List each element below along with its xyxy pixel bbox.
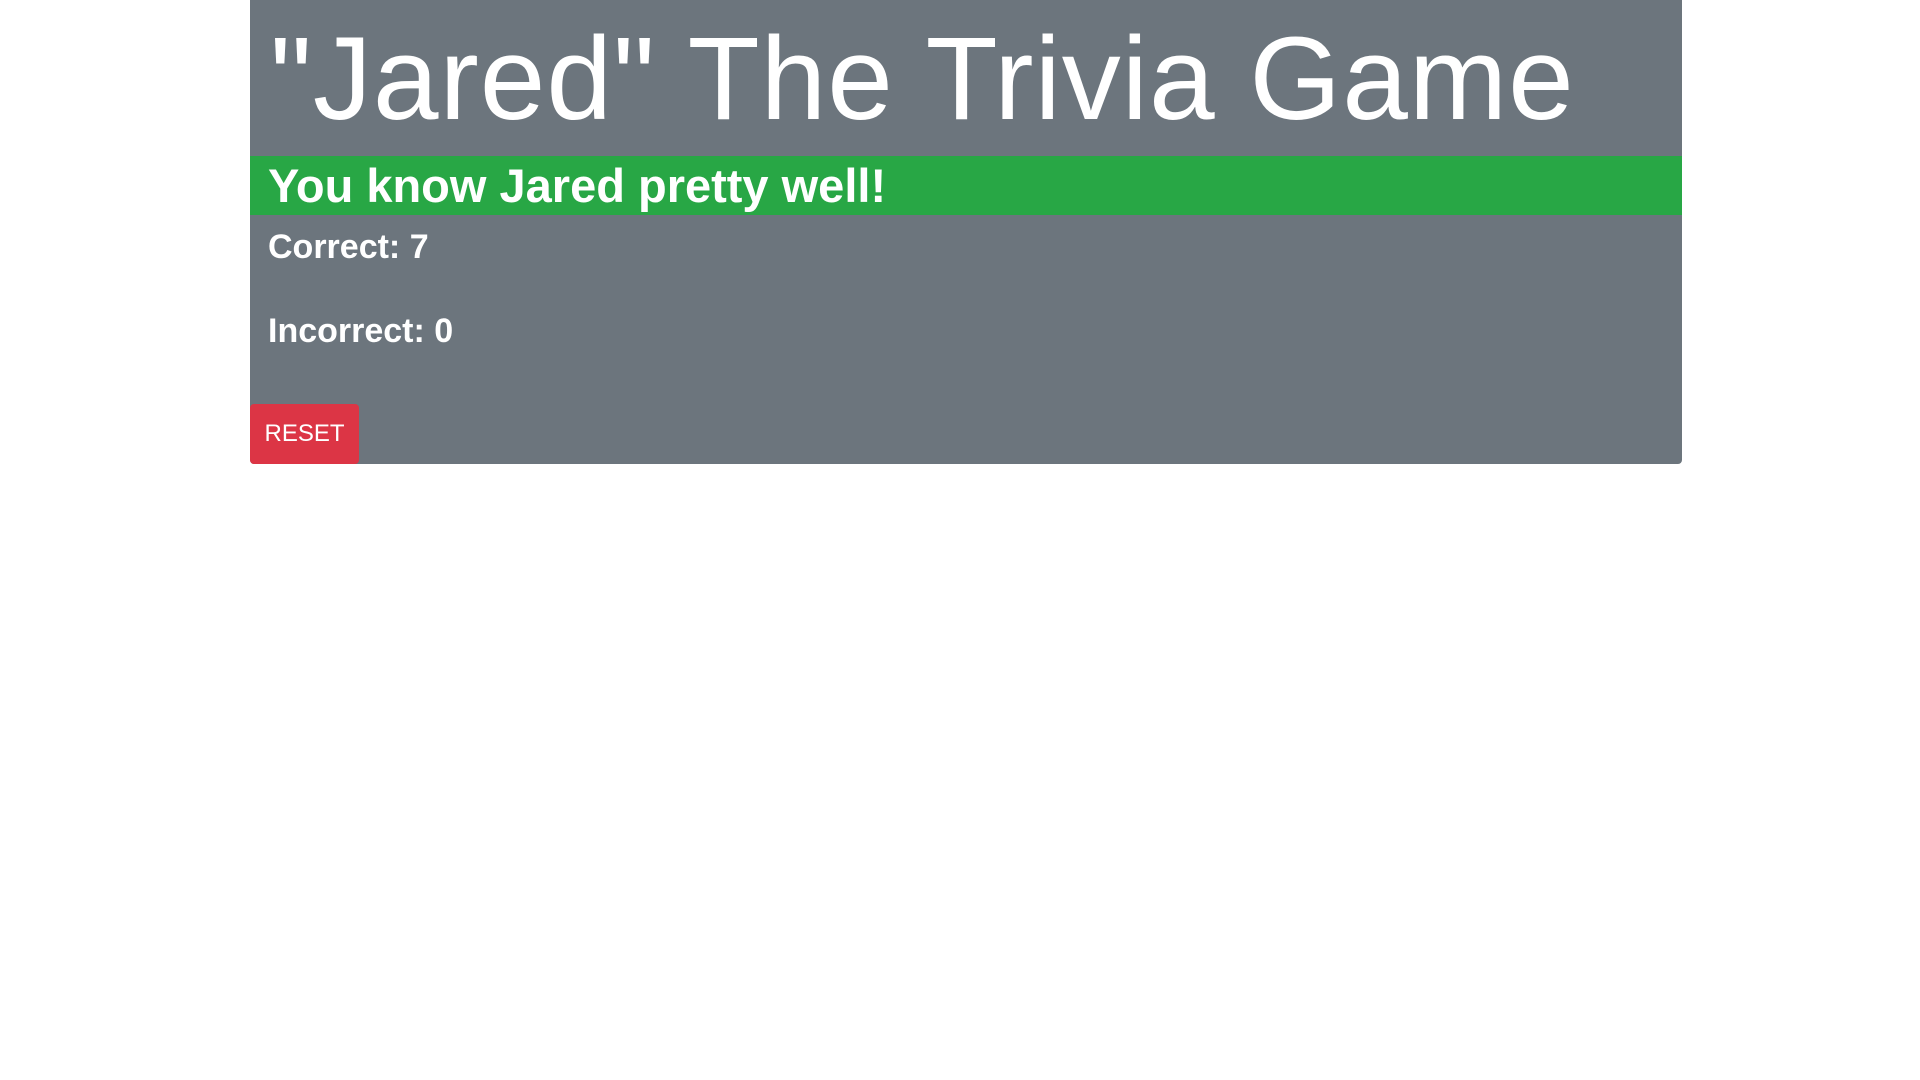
page-title: "Jared" The Trivia Game xyxy=(270,13,1575,145)
result-banner: You know Jared pretty well! xyxy=(250,156,1682,215)
reset-button[interactable]: RESET xyxy=(250,404,359,464)
correct-count: Correct: 7 xyxy=(268,228,429,266)
incorrect-count: Incorrect: 0 xyxy=(268,312,454,350)
game-card: "Jared" The Trivia Game You know Jared p… xyxy=(250,0,1682,464)
